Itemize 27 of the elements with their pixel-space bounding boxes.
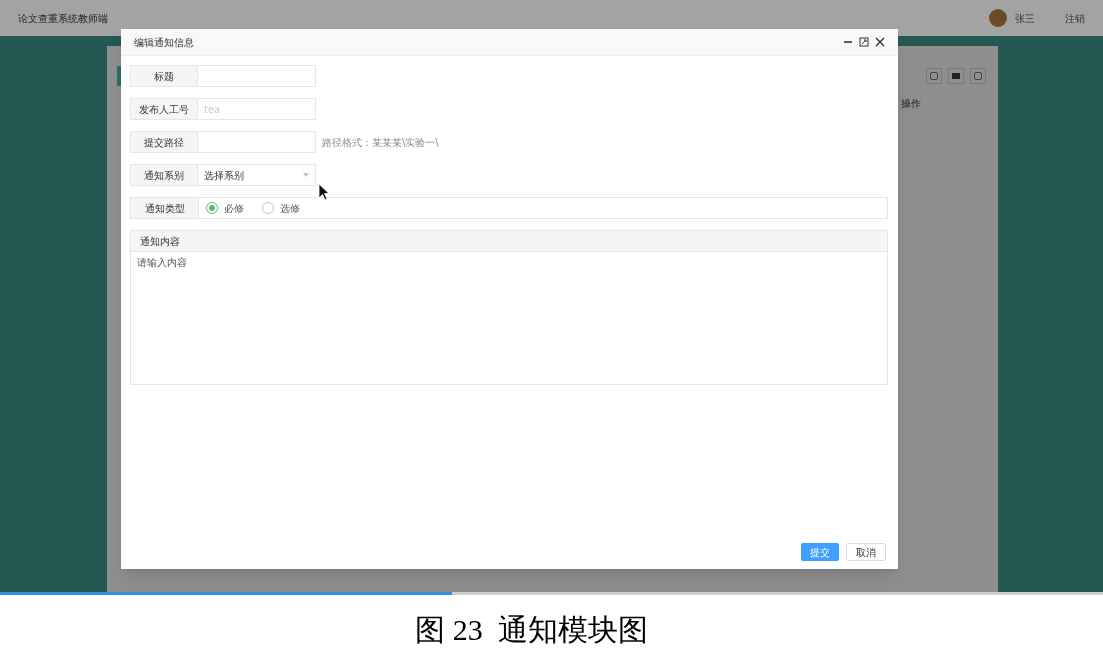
column-header: 操作 [901, 97, 922, 111]
field-label: 提交路径 [130, 131, 198, 153]
field-label: 通知系别 [130, 164, 198, 186]
radio-option[interactable]: 必修 [206, 200, 244, 216]
figure-caption: 图 23 通知模块图 [415, 611, 648, 648]
content-textarea[interactable]: 请输入内容 [130, 252, 888, 385]
field-label: 发布人工号 [130, 98, 198, 120]
close-icon[interactable] [875, 37, 885, 47]
logout-link[interactable]: 注销 [1065, 10, 1085, 26]
field-label: 标题 [130, 65, 198, 87]
maximize-icon[interactable] [859, 37, 869, 47]
app-title: 论文查重系统教师端 [18, 11, 108, 26]
editor-label: 通知内容 [130, 230, 888, 252]
input-field[interactable] [198, 131, 316, 153]
hint-text: 路径格式：某某某\实验一\ [322, 135, 439, 150]
avatar[interactable] [989, 9, 1007, 27]
field-label: 通知类型 [131, 198, 199, 218]
input-field[interactable] [198, 65, 316, 87]
cancel-button[interactable]: 取消 [846, 543, 886, 561]
select-field[interactable]: 选择系别 [198, 164, 316, 186]
radio-option[interactable]: 选修 [262, 200, 300, 216]
progress-track[interactable] [0, 592, 1103, 595]
dialog-title: 编辑通知信息 [134, 35, 194, 50]
export-icon[interactable] [948, 68, 964, 84]
user-name[interactable]: 张三 [1015, 10, 1035, 26]
caret-icon [303, 173, 309, 177]
cursor-icon [318, 183, 330, 201]
